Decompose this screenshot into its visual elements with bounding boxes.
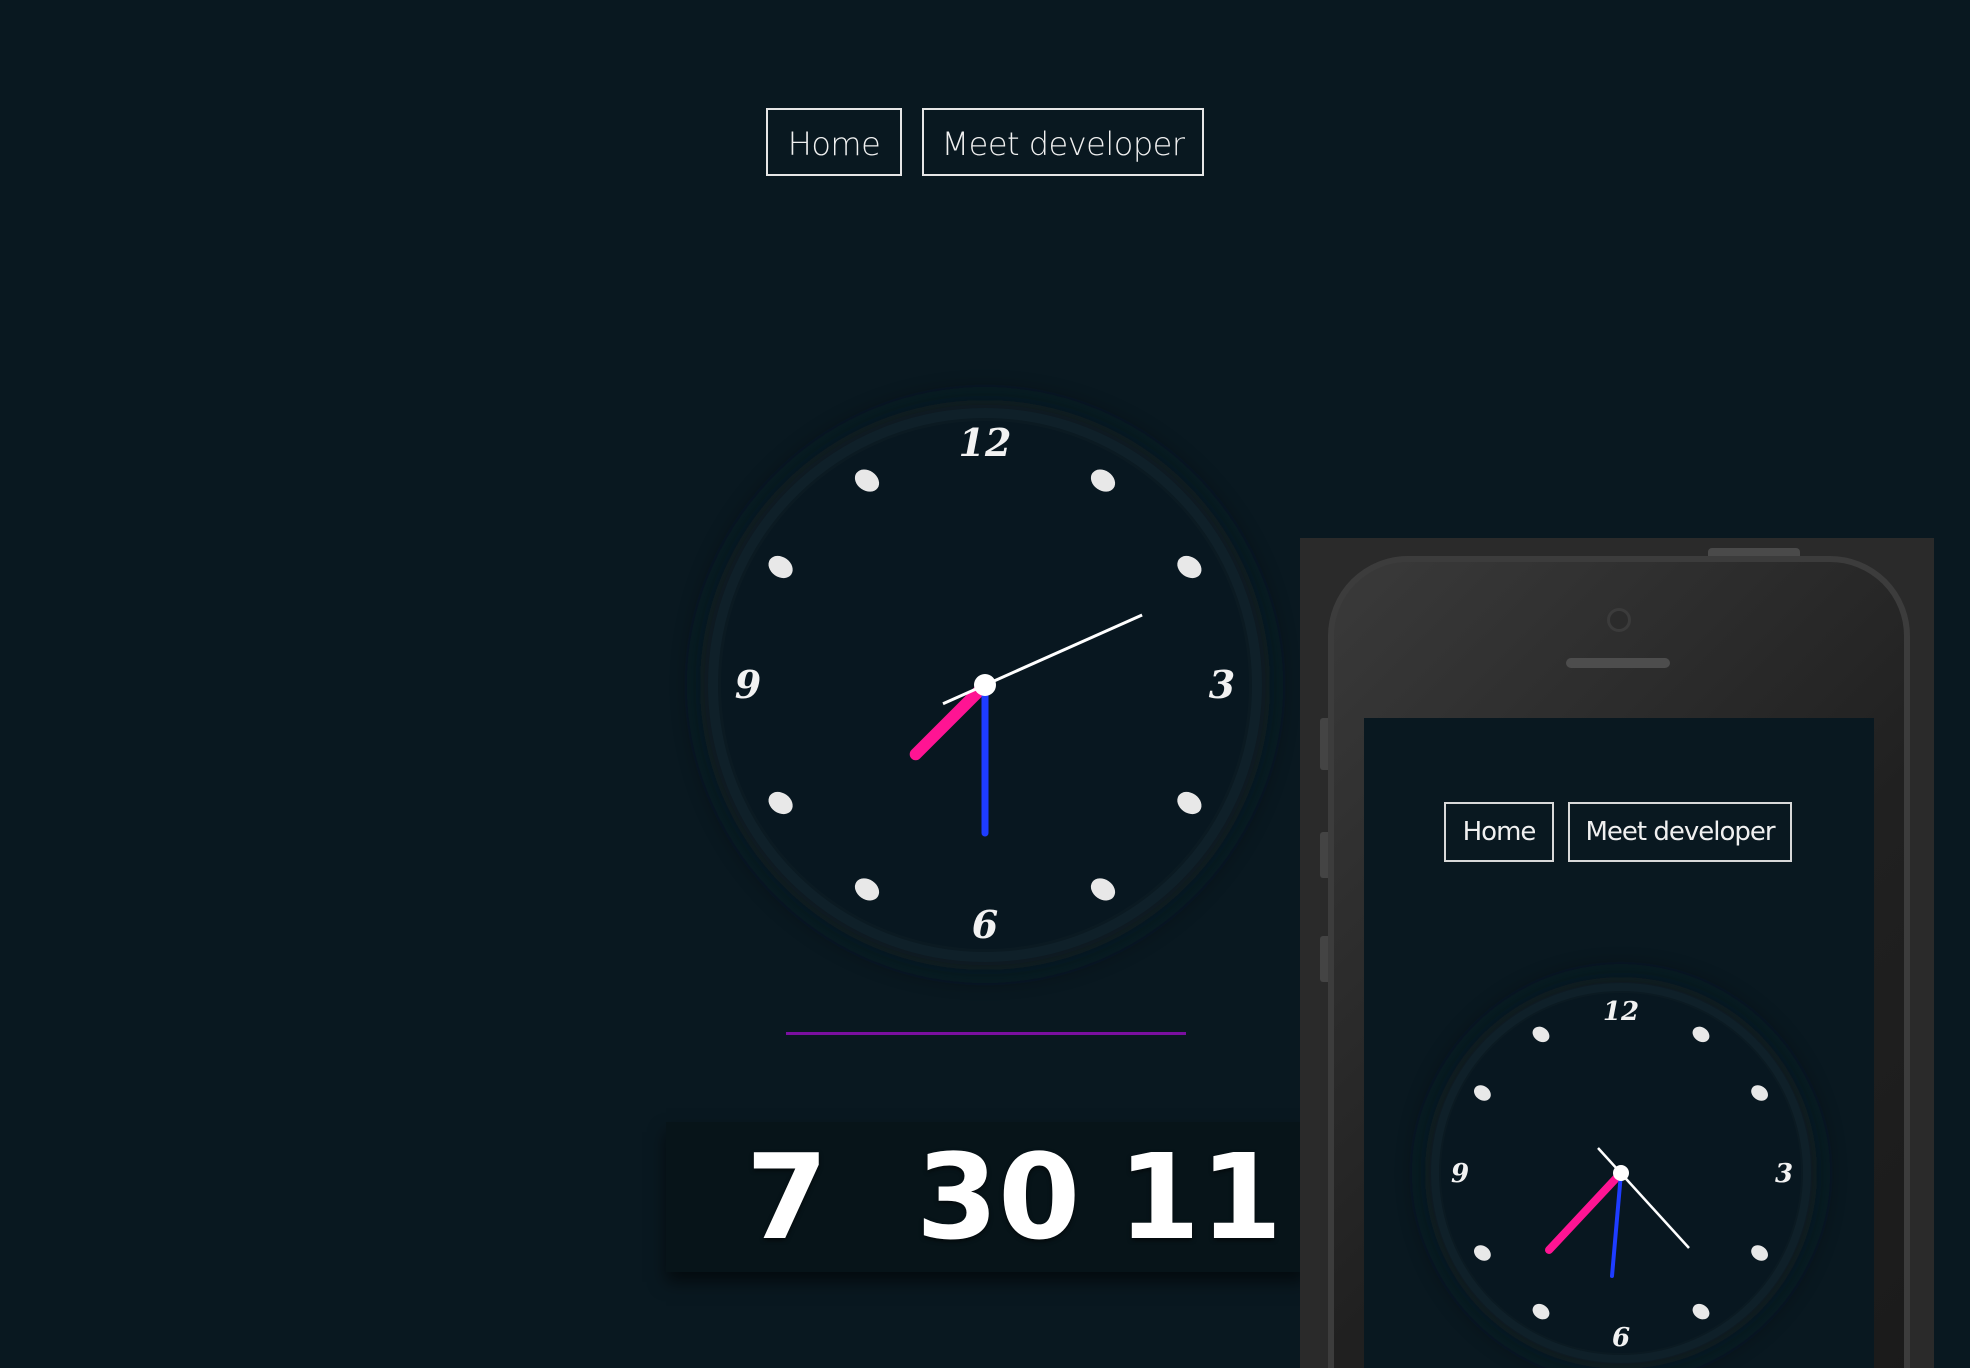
phone-speaker (1566, 658, 1670, 668)
phone-nav: Home Meet developer (1444, 802, 1792, 862)
phone-analog-clock: 12 3 6 9 (1425, 977, 1817, 1368)
numeral-3: 3 (1209, 662, 1235, 707)
phone-numeral-6: 6 (1612, 1323, 1630, 1353)
phone-meet-developer-button[interactable]: Meet developer (1568, 802, 1792, 862)
phone-numeral-3: 3 (1775, 1159, 1793, 1189)
phone-numeral-12: 12 (1603, 997, 1639, 1027)
numeral-9: 9 (735, 662, 761, 707)
phone-mute-switch (1320, 718, 1328, 770)
home-button[interactable]: Home (766, 108, 902, 176)
digital-second: 11 (1118, 1128, 1283, 1266)
numeral-6: 6 (972, 902, 998, 947)
divider-line (786, 1032, 1186, 1035)
numeral-12: 12 (959, 420, 1012, 465)
phone-volume-down (1320, 936, 1328, 982)
phone-home-button[interactable]: Home (1444, 802, 1554, 862)
phone-screen: Home Meet developer 12 3 6 9 (1364, 718, 1874, 1368)
phone-numeral-9: 9 (1451, 1159, 1469, 1189)
top-nav: Home Meet developer (766, 108, 1204, 176)
analog-clock: 12 3 6 9 (700, 400, 1270, 970)
digital-hour: 7 (746, 1128, 829, 1266)
meet-developer-button[interactable]: Meet developer (922, 108, 1204, 176)
phone-clock-center-pin (1613, 1165, 1629, 1181)
digital-minute: 30 (916, 1128, 1081, 1266)
clock-center-pin (974, 674, 996, 696)
phone-volume-up (1320, 832, 1328, 878)
phone-camera (1607, 608, 1631, 632)
